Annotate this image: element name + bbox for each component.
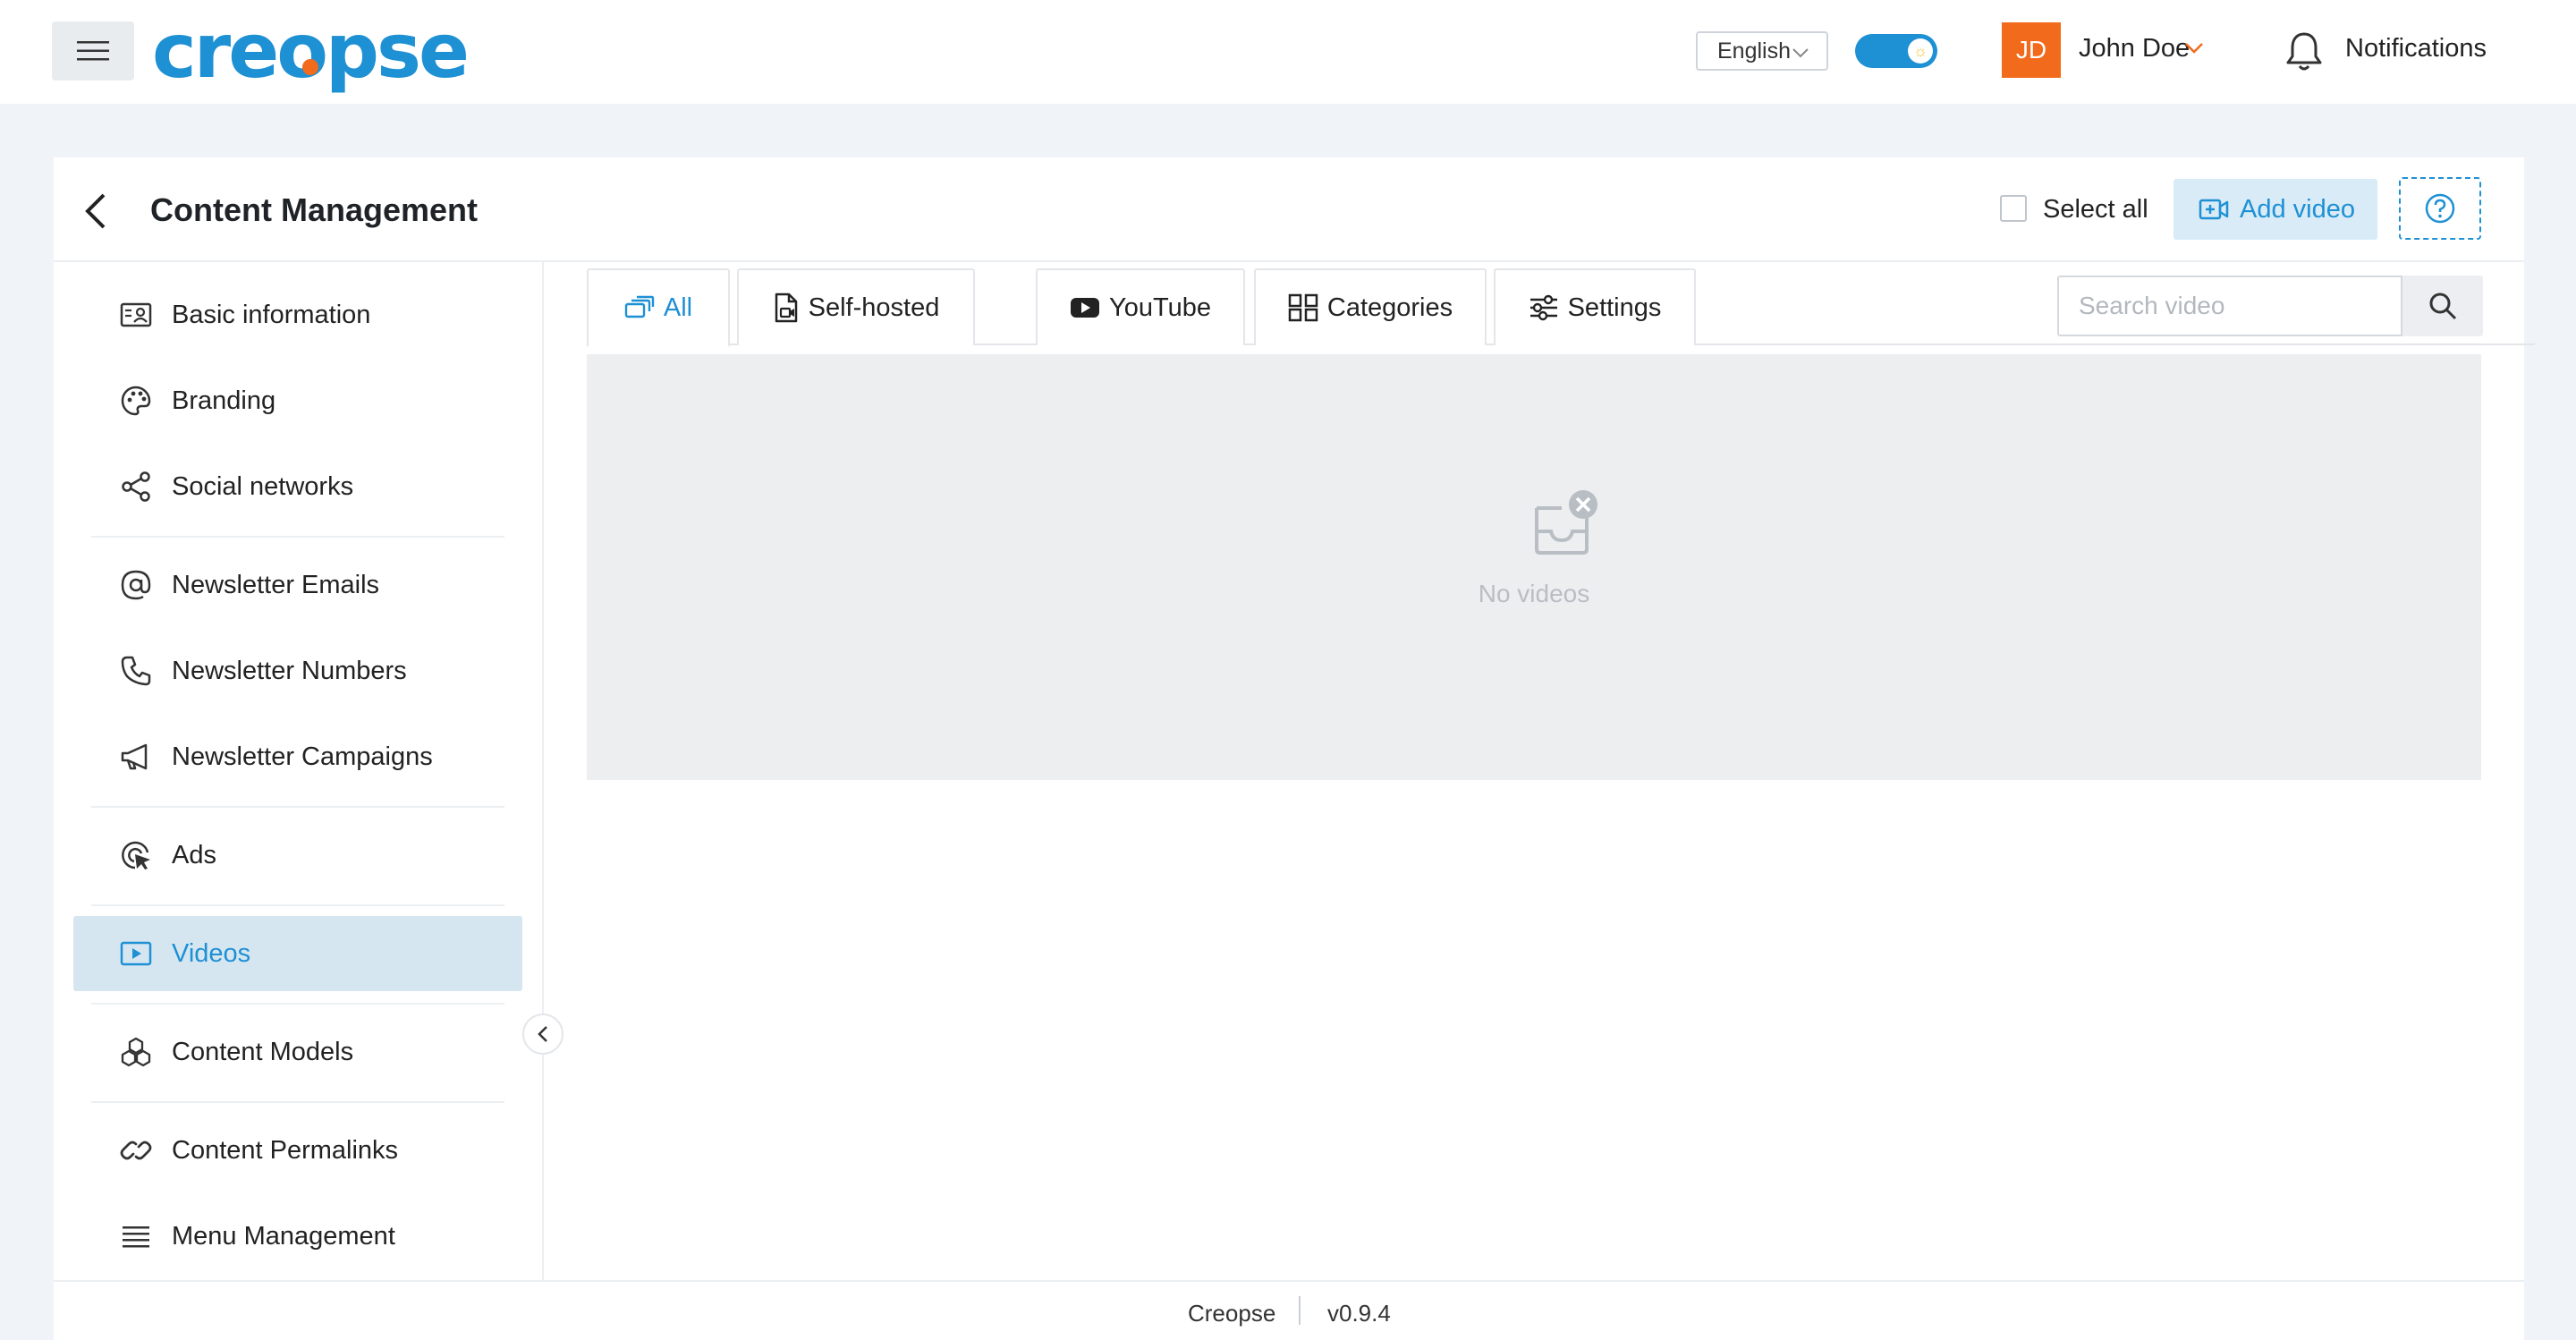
theme-toggle[interactable]: ☼ — [1855, 34, 1937, 68]
add-video-button[interactable]: Add video — [2174, 179, 2377, 240]
sidebar-item-menu-management[interactable]: Menu Management — [73, 1199, 522, 1274]
file-video-icon — [775, 293, 797, 323]
video-icon — [118, 936, 154, 971]
footer-separator — [1299, 1296, 1301, 1325]
brand-logo[interactable]: creopse — [152, 11, 470, 91]
target-cursor-icon — [118, 837, 154, 873]
question-circle-icon — [2425, 193, 2455, 224]
sidebar-item-label: Newsletter Emails — [172, 570, 380, 599]
add-video-label: Add video — [2240, 194, 2355, 224]
search-icon — [2429, 293, 2457, 320]
sidebar-item-label: Videos — [172, 938, 251, 968]
sidebar-item-label: Branding — [172, 386, 276, 415]
sidebar-item-label: Content Models — [172, 1037, 354, 1066]
sidebar-divider — [91, 806, 504, 808]
hamburger-menu-button[interactable] — [52, 21, 134, 81]
chevron-left-icon — [538, 1026, 547, 1042]
footer-version: v0.9.4 — [1327, 1300, 1391, 1327]
card-header: Content Management Select all Add video — [54, 157, 2524, 262]
content-card: Content Management Select all Add video — [54, 157, 2535, 1340]
tab-label: YouTube — [1109, 293, 1211, 322]
tab-self-hosted[interactable]: Self-hosted — [737, 268, 975, 345]
link-icon — [118, 1132, 154, 1168]
grid-icon — [1288, 293, 1318, 322]
sidebar-item-label: Content Permalinks — [172, 1135, 399, 1165]
video-plus-icon — [2199, 199, 2229, 220]
back-arrow-icon[interactable] — [79, 191, 114, 231]
tab-label: Categories — [1326, 293, 1453, 322]
search-input[interactable] — [2057, 276, 2402, 336]
bell-icon[interactable] — [2283, 29, 2326, 73]
youtube-icon — [1071, 298, 1100, 318]
sidebar-divider — [91, 1003, 504, 1005]
footer-brand: Creopse — [1188, 1300, 1276, 1327]
sidebar-divider — [91, 1101, 504, 1103]
tab-categories[interactable]: Categories — [1254, 268, 1487, 345]
sidebar-item-label: Basic information — [172, 300, 371, 329]
tab-youtube[interactable]: YouTube — [1036, 268, 1245, 345]
video-list-empty-state: No videos — [587, 354, 2481, 780]
select-all-checkbox[interactable] — [2000, 195, 2027, 222]
avatar[interactable]: JD — [2002, 22, 2061, 78]
sliders-icon — [1530, 294, 1557, 321]
page-title: Content Management — [150, 191, 479, 228]
at-icon — [118, 567, 154, 603]
palette-icon — [118, 383, 154, 419]
language-select-value: English — [1717, 38, 1791, 64]
sidebar-divider — [91, 904, 504, 906]
cubes-icon — [118, 1034, 154, 1070]
sidebar-item-label: Ads — [172, 840, 216, 869]
user-name[interactable]: John Doe — [2079, 34, 2190, 64]
megaphone-icon — [118, 739, 154, 775]
sun-icon: ☼ — [1908, 38, 1933, 64]
sidebar-item-content-models[interactable]: Content Models — [73, 1014, 522, 1090]
sidebar-item-basic-information[interactable]: Basic information — [73, 277, 522, 352]
id-card-icon — [118, 297, 154, 333]
empty-inbox-icon — [1535, 490, 1597, 555]
sidebar-item-label: Newsletter Campaigns — [172, 742, 433, 771]
sidebar-item-label: Social networks — [172, 471, 354, 501]
sidebar-item-newsletter-campaigns[interactable]: Newsletter Campaigns — [73, 719, 522, 794]
menu-lines-icon — [118, 1218, 154, 1254]
empty-state-text: No videos — [1478, 580, 1590, 607]
search-button[interactable] — [2402, 276, 2483, 336]
tab-settings[interactable]: Settings — [1494, 268, 1696, 345]
tab-label: All — [663, 293, 693, 322]
sidebar-item-social-networks[interactable]: Social networks — [73, 449, 522, 524]
user-chevron-down-icon[interactable] — [2184, 41, 2204, 55]
hamburger-icon — [77, 41, 109, 61]
tab-label: Self-hosted — [808, 293, 940, 322]
language-select[interactable]: English — [1696, 31, 1828, 71]
sidebar-item-ads[interactable]: Ads — [73, 818, 522, 893]
sidebar-item-newsletter-numbers[interactable]: Newsletter Numbers — [73, 633, 522, 708]
brand-logo-dot — [302, 59, 318, 75]
sidebar-item-label: Menu Management — [172, 1221, 395, 1251]
phone-icon — [118, 653, 154, 689]
select-all-label[interactable]: Select all — [2043, 195, 2148, 225]
sidebar-item-branding[interactable]: Branding — [73, 363, 522, 438]
sidebar-item-videos[interactable]: Videos — [73, 916, 522, 991]
sidebar-item-label: Newsletter Numbers — [172, 656, 407, 685]
help-button[interactable] — [2399, 177, 2481, 240]
top-header: creopse English ☼ JD John Doe Notificati… — [0, 0, 2576, 104]
notifications-label[interactable]: Notifications — [2345, 34, 2487, 64]
cards-icon — [624, 295, 655, 318]
video-search — [2057, 276, 2535, 336]
tab-label: Settings — [1567, 293, 1662, 322]
sidebar-item-content-permalinks[interactable]: Content Permalinks — [73, 1113, 522, 1188]
chevron-down-icon — [1792, 48, 1809, 58]
sidebar-collapse-button[interactable] — [522, 1013, 564, 1055]
footer: Creopse v0.9.4 — [54, 1280, 2524, 1340]
share-icon — [118, 469, 154, 505]
settings-sidebar: Basic information Branding Social networ… — [54, 262, 564, 1280]
sidebar-item-newsletter-emails[interactable]: Newsletter Emails — [73, 547, 522, 623]
tab-all[interactable]: All — [587, 268, 730, 347]
sidebar-divider — [91, 536, 504, 538]
